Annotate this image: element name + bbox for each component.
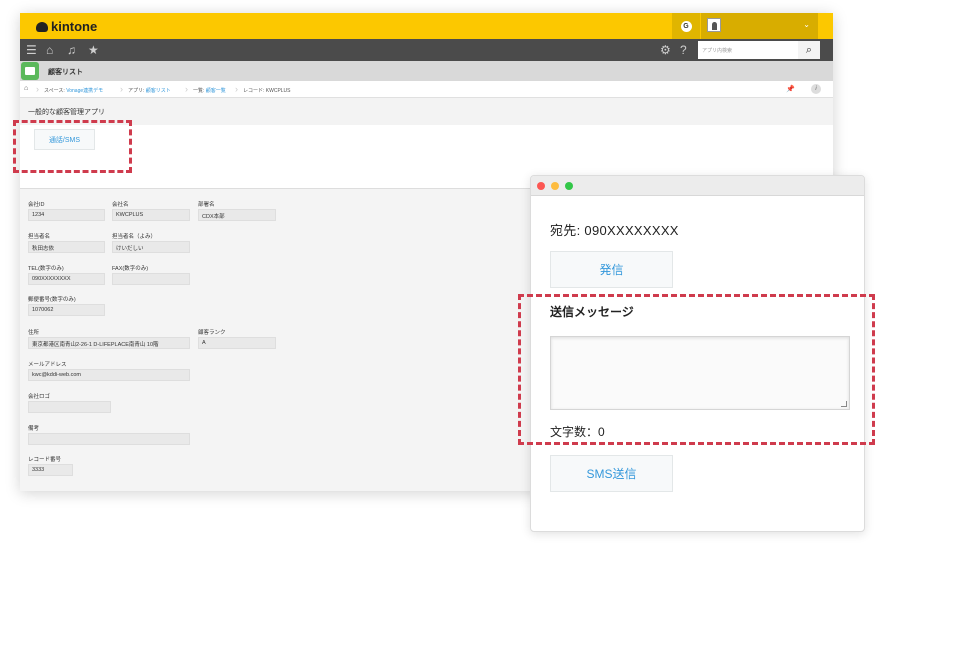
app-subtitle: 一般的な顧客管理アプリ — [28, 109, 105, 116]
field-label: 会社ロゴ — [28, 394, 51, 400]
field-label: 住所 — [28, 330, 40, 336]
favorite-star-icon[interactable]: ★ — [88, 43, 99, 57]
field-value — [28, 433, 190, 445]
breadcrumb-list[interactable]: 一覧: 顧客一覧 — [193, 87, 226, 94]
field-value: 3333 — [28, 464, 73, 476]
field-label: 担当者名（よみ） — [112, 234, 157, 240]
field-value: CDX本部 — [198, 209, 276, 221]
destination-number: 宛先: 090XXXXXXXX — [550, 223, 679, 238]
field-value: kwc@kddi-web.com — [28, 369, 190, 381]
field-value: 090XXXXXXXX — [28, 273, 105, 285]
field-label: FAX(数字のみ) — [112, 266, 149, 272]
field-label: 顧客ランク — [198, 330, 226, 336]
nav-bar: ☰ ⌂ ♫ ★ ⚙ ? アプリ内検索 ⌕ — [20, 39, 833, 61]
field-label: レコード番号 — [28, 457, 62, 463]
breadcrumb: ⌂ › スペース: Vonage連携デモ › アプリ: 顧客リスト › 一覧: … — [20, 81, 833, 98]
minimize-window-icon[interactable] — [551, 182, 559, 190]
breadcrumb-home-icon[interactable]: ⌂ — [24, 85, 28, 92]
search-icon[interactable]: ⌕ — [798, 41, 820, 59]
help-icon[interactable]: ? — [680, 43, 687, 57]
notification-bell-icon[interactable]: ♫ — [67, 43, 76, 57]
field-label: 会社ID — [28, 202, 45, 208]
field-value: けいだしい — [112, 241, 190, 253]
field-value: 東京都港区南青山2-26-1 D-LIFEPLACE南青山 10階 — [28, 337, 190, 349]
field-value: A — [198, 337, 276, 349]
chevron-down-icon: ⌄ — [803, 20, 810, 29]
app-title-bar: 顧客リスト — [20, 61, 833, 81]
field-label: 備考 — [28, 426, 40, 432]
popup-title-bar — [531, 176, 864, 196]
g-badge: G — [680, 20, 692, 32]
field-value: 秋田志依 — [28, 241, 105, 253]
field-value — [112, 273, 190, 285]
field-label: 郵便番号(数字のみ) — [28, 297, 76, 303]
home-icon[interactable]: ⌂ — [46, 43, 53, 57]
field-value: 1070062 — [28, 304, 105, 316]
field-label: 担当者名 — [28, 234, 51, 240]
header-bar: kintone G ⌄ — [20, 13, 833, 39]
kintone-logo[interactable]: kintone — [36, 19, 97, 34]
settings-gear-icon[interactable]: ⚙ — [660, 43, 671, 57]
call-button[interactable]: 発信 — [550, 251, 673, 288]
user-avatar-icon — [707, 18, 721, 32]
kintone-logo-icon — [36, 21, 48, 32]
call-sms-highlight — [13, 120, 132, 173]
app-icon — [21, 62, 39, 80]
info-icon[interactable]: i — [811, 84, 821, 94]
app-title: 顧客リスト — [48, 69, 83, 76]
menu-icon[interactable]: ☰ — [26, 43, 37, 57]
app-description-bar: 一般的な顧客管理アプリ — [20, 98, 833, 125]
maximize-window-icon[interactable] — [565, 182, 573, 190]
search-input[interactable]: アプリ内検索 — [698, 41, 798, 59]
message-highlight — [518, 294, 875, 445]
sms-send-button[interactable]: SMS送信 — [550, 455, 673, 492]
field-value: 1234 — [28, 209, 105, 221]
pin-icon[interactable]: 📌 — [786, 85, 795, 93]
field-label: 会社名 — [112, 202, 129, 208]
breadcrumb-app[interactable]: アプリ: 顧客リスト — [128, 87, 171, 94]
close-window-icon[interactable] — [537, 182, 545, 190]
breadcrumb-record: レコード: KWCPLUS — [243, 88, 291, 94]
field-value: KWCPLUS — [112, 209, 190, 221]
user-menu-button[interactable]: ⌄ — [701, 13, 818, 39]
field-label: メールアドレス — [28, 362, 67, 368]
breadcrumb-space[interactable]: スペース: Vonage連携デモ — [44, 87, 103, 94]
field-label: TEL(数字のみ) — [28, 266, 64, 272]
field-value — [28, 401, 111, 413]
g-button[interactable]: G — [672, 13, 700, 39]
field-label: 部署名 — [198, 202, 215, 208]
logo-text: kintone — [51, 19, 98, 34]
